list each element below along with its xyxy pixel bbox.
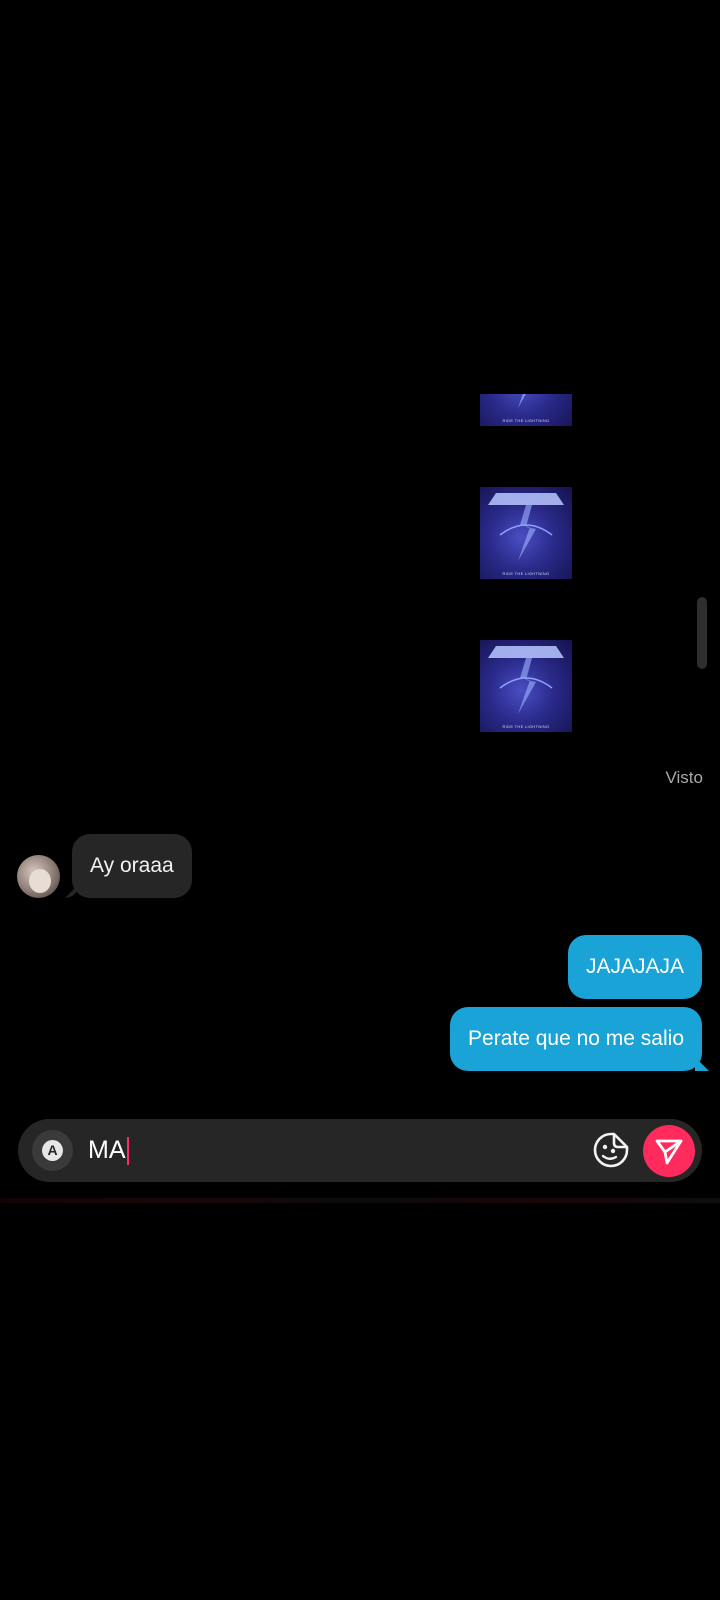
- send-button[interactable]: [643, 1125, 695, 1177]
- album-message[interactable]: RIDE THE LIGHTNING: [480, 394, 615, 426]
- lightning-art-icon: [499, 658, 553, 714]
- album-cover-text: RIDE THE LIGHTNING: [502, 571, 550, 576]
- message-input-value: MA: [88, 1136, 126, 1164]
- avatar-photo: [29, 869, 51, 893]
- album-message[interactable]: RIDE THE LIGHTNING: [480, 640, 616, 732]
- album-cover: RIDE THE LIGHTNING: [480, 640, 572, 732]
- album-message[interactable]: RIDE THE LIGHTNING: [480, 487, 616, 579]
- album-cover-text: RIDE THE LIGHTNING: [502, 418, 550, 423]
- album-cover: RIDE THE LIGHTNING: [480, 394, 572, 426]
- avatar[interactable]: [17, 855, 60, 898]
- sticker-icon[interactable]: [592, 1131, 630, 1169]
- lightning-art-icon: [518, 394, 526, 408]
- send-arrow-icon: [655, 1139, 683, 1165]
- scrollbar[interactable]: [697, 597, 707, 669]
- seen-status: Visto: [665, 768, 704, 787]
- sent-message-bubble[interactable]: JAJAJAJA: [567, 935, 702, 999]
- received-message-bubble[interactable]: Ay oraaa: [72, 834, 192, 898]
- keyboard-glyph: A: [42, 1140, 63, 1161]
- message-input[interactable]: MA: [88, 1119, 568, 1182]
- sent-message-bubble[interactable]: Perate que no me salio: [450, 1007, 702, 1071]
- chat-thread[interactable]: RIDE THE LIGHTNING RIDE THE LIGHTNING RI…: [0, 0, 720, 1110]
- divider: [0, 1198, 720, 1203]
- message-composer: A MA: [18, 1119, 702, 1182]
- lightning-art-icon: [499, 505, 553, 561]
- text-caret: [126, 1136, 129, 1165]
- album-cover-text: RIDE THE LIGHTNING: [502, 724, 550, 729]
- album-cover: RIDE THE LIGHTNING: [480, 487, 572, 579]
- keyboard-a-icon[interactable]: A: [32, 1130, 73, 1171]
